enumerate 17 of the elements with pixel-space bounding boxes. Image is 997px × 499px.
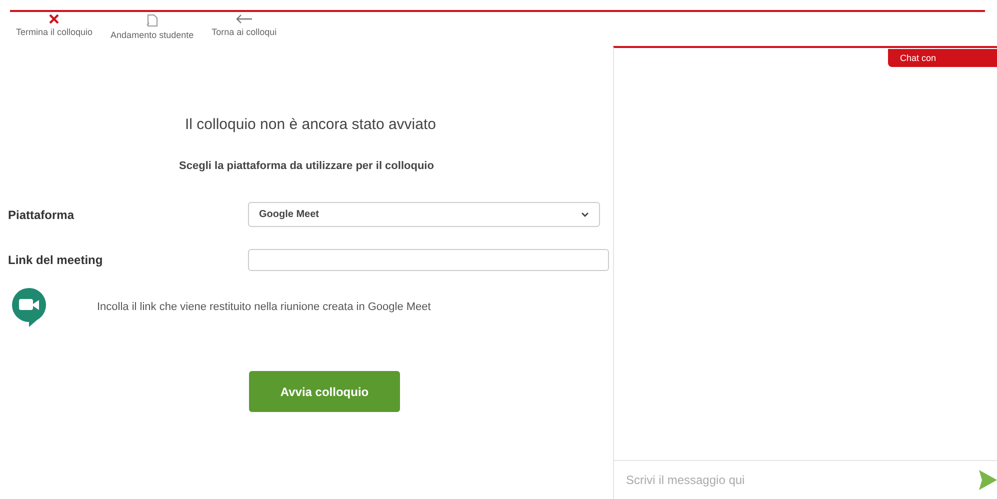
status-heading: Il colloquio non è ancora stato avviato: [184, 116, 437, 133]
platform-dropdown[interactable]: Google Meet: [248, 202, 600, 227]
hint-text: Incolla il link che viene restituito nella riunione creata in Google Meet: [97, 301, 431, 313]
chevron-down-icon: [581, 212, 589, 217]
toolbar-button[interactable]: Andamento studente: [106, 14, 198, 40]
chat-tab[interactable]: Chat con: [888, 49, 997, 67]
field-label: Link del meeting: [7, 253, 104, 267]
input-field[interactable]: [248, 249, 609, 271]
field-label: Piattaforma: [7, 208, 76, 222]
document-icon: [146, 14, 158, 27]
start-button[interactable]: Avvia colloquio: [249, 371, 400, 412]
back-arrow-icon: [235, 14, 254, 24]
instruction-text: Scegli la piattaforma da utilizzare per il colloquio: [178, 160, 435, 172]
close-icon: [49, 14, 60, 24]
video-chat-icon: [11, 287, 47, 327]
toolbar-button[interactable]: Torna ai colloqui: [208, 14, 281, 40]
toolbar-button[interactable]: Termina il colloquio: [12, 14, 97, 40]
